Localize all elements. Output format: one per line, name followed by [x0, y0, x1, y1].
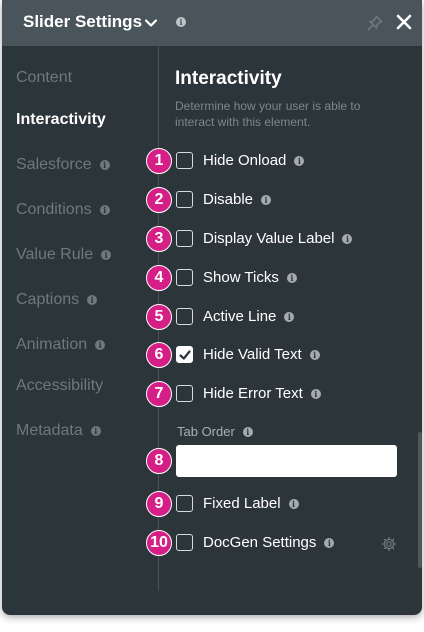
active-line-checkbox[interactable]: [176, 308, 193, 325]
info-icon[interactable]: i: [288, 498, 299, 509]
step-badge: 10: [146, 530, 172, 556]
disable-label: Disable i: [203, 191, 272, 208]
disable-checkbox[interactable]: [176, 191, 193, 208]
check-icon: [179, 350, 191, 360]
slider-settings-panel: Slider Settings i Content Interactivity …: [2, 0, 422, 615]
sidebar-item-label: Accessibility: [16, 377, 104, 394]
info-icon[interactable]: i: [261, 194, 272, 205]
sidebar-item-label: Captions: [16, 291, 80, 308]
display-value-label-label: Display Value Label i: [203, 230, 353, 247]
fixed-label-checkbox[interactable]: [176, 495, 193, 512]
step-badge: 8: [146, 448, 172, 474]
scrollbar-thumb[interactable]: [418, 432, 422, 568]
option-label-text: DocGen Settings: [203, 534, 317, 551]
sidebar-item-label: Conditions: [16, 201, 92, 218]
tab-order-label: Tab Order i: [177, 424, 253, 439]
info-icon: i: [101, 250, 112, 260]
step-badge: 6: [146, 342, 172, 368]
sidebar-item-label: Value Rule: [16, 246, 94, 263]
tab-order-label-text: Tab Order: [177, 424, 235, 439]
info-icon: i: [99, 160, 110, 170]
sidebar-item-captions[interactable]: Captions i: [16, 291, 98, 309]
sidebar-item-value-rule[interactable]: Value Rule i: [16, 246, 112, 264]
sidebar-item-label: Salesforce: [16, 156, 92, 173]
tab-order-input[interactable]: [176, 445, 397, 477]
fixed-label-label: Fixed Label i: [203, 495, 299, 512]
step-badge: 9: [146, 491, 172, 517]
step-badge: 5: [146, 304, 172, 330]
info-icon: i: [87, 295, 98, 305]
gear-icon[interactable]: [381, 536, 397, 552]
panel-title[interactable]: Slider Settings: [23, 12, 142, 32]
close-icon[interactable]: [394, 12, 414, 32]
info-icon[interactable]: i: [176, 17, 186, 27]
info-icon[interactable]: i: [294, 155, 305, 166]
step-badge: 4: [146, 265, 172, 291]
panel-header: Slider Settings i: [2, 0, 422, 46]
pin-icon[interactable]: [366, 14, 384, 32]
info-icon[interactable]: i: [284, 311, 295, 322]
info-icon[interactable]: i: [242, 426, 253, 437]
step-badge: 3: [146, 226, 172, 252]
sidebar-item-interactivity[interactable]: Interactivity: [16, 111, 106, 129]
info-icon: i: [95, 340, 106, 350]
sidebar-item-label: Content: [16, 69, 73, 86]
sidebar-item-salesforce[interactable]: Salesforce i: [16, 156, 110, 174]
info-icon[interactable]: i: [342, 233, 353, 244]
chevron-down-icon[interactable]: [143, 15, 159, 31]
info-icon[interactable]: i: [286, 272, 297, 283]
active-line-label: Active Line i: [203, 308, 295, 325]
hide-error-text-checkbox[interactable]: [176, 385, 193, 402]
hide-error-text-label: Hide Error Text i: [203, 385, 321, 402]
docgen-settings-label: DocGen Settings i: [203, 534, 335, 551]
show-ticks-checkbox[interactable]: [176, 269, 193, 286]
step-badge: 7: [146, 381, 172, 407]
sidebar-item-accessibility[interactable]: Accessibility: [16, 377, 103, 395]
option-label-text: Disable: [203, 191, 254, 208]
display-value-label-checkbox[interactable]: [176, 230, 193, 247]
section-description: Determine how your user is able to inter…: [175, 99, 361, 129]
step-badge: 2: [146, 187, 172, 213]
option-label-text: Display Value Label: [203, 230, 335, 247]
sidebar-item-animation[interactable]: Animation i: [16, 336, 106, 354]
option-label-text: Hide Onload: [203, 152, 287, 169]
docgen-settings-checkbox[interactable]: [176, 534, 193, 551]
info-icon: i: [90, 426, 101, 436]
show-ticks-label: Show Ticks i: [203, 269, 297, 286]
hide-valid-text-checkbox[interactable]: [176, 346, 193, 363]
option-label-text: Hide Error Text: [203, 385, 303, 402]
sidebar-item-label: Metadata: [16, 422, 83, 439]
info-icon[interactable]: i: [324, 537, 335, 548]
step-badge: 1: [146, 148, 172, 174]
hide-onload-label: Hide Onload i: [203, 152, 305, 169]
info-icon[interactable]: i: [309, 349, 320, 360]
sidebar-item-conditions[interactable]: Conditions i: [16, 201, 110, 219]
hide-onload-checkbox[interactable]: [176, 152, 193, 169]
hide-valid-text-label: Hide Valid Text i: [203, 346, 320, 363]
option-label-text: Active Line: [203, 308, 277, 325]
sidebar-item-label: Animation: [16, 336, 88, 353]
option-label-text: Hide Valid Text: [203, 346, 302, 363]
option-label-text: Fixed Label: [203, 495, 281, 512]
sidebar-item-metadata[interactable]: Metadata i: [16, 422, 101, 440]
sidebar-item-content[interactable]: Content: [16, 69, 72, 87]
sidebar-item-label: Interactivity: [16, 111, 106, 128]
info-icon: i: [99, 205, 110, 215]
section-title: Interactivity: [175, 68, 282, 89]
option-label-text: Show Ticks: [203, 269, 279, 286]
info-icon[interactable]: i: [310, 388, 321, 399]
